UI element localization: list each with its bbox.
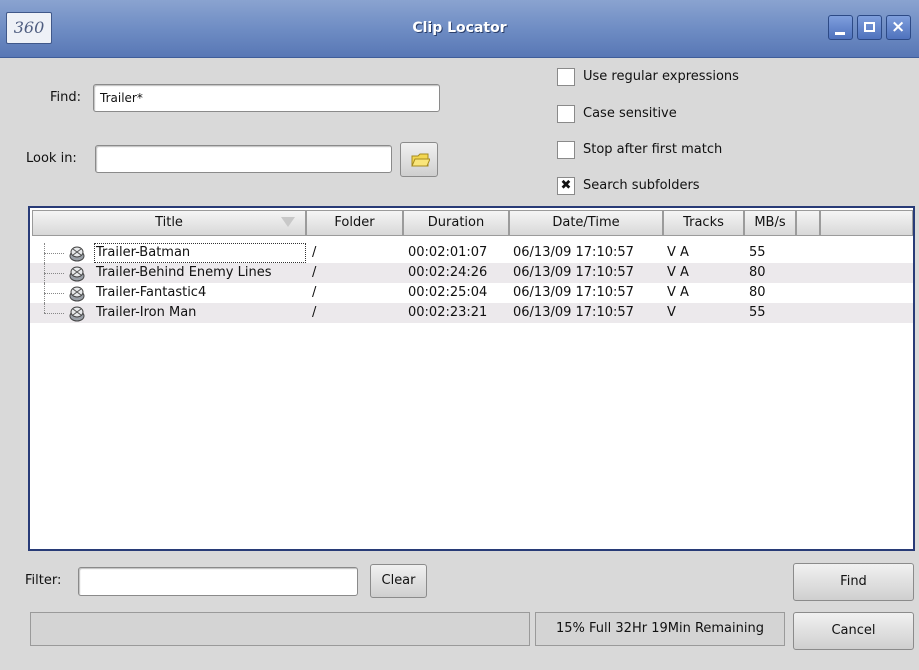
clip-icon bbox=[69, 286, 85, 302]
row-title: Trailer-Behind Enemy Lines bbox=[96, 265, 272, 280]
row-title: Trailer-Iron Man bbox=[96, 305, 197, 320]
sort-descending-icon bbox=[281, 217, 295, 227]
maximize-icon bbox=[864, 22, 875, 32]
row-datetime: 06/13/09 17:10:57 bbox=[513, 285, 634, 300]
row-duration: 00:02:25:04 bbox=[408, 285, 488, 300]
close-icon: × bbox=[891, 17, 906, 37]
cancel-button[interactable]: Cancel bbox=[793, 612, 914, 650]
row-title: Trailer-Fantastic4 bbox=[96, 285, 207, 300]
column-header-title[interactable]: Title bbox=[32, 210, 306, 236]
minimize-icon bbox=[835, 32, 845, 35]
table-row[interactable]: Trailer-Behind Enemy Lines / 00:02:24:26… bbox=[30, 263, 913, 283]
column-header-duration[interactable]: Duration bbox=[403, 210, 509, 236]
row-folder: / bbox=[312, 265, 317, 280]
checkmark-icon: ✖ bbox=[560, 178, 572, 193]
maximize-button[interactable] bbox=[857, 15, 882, 40]
row-duration: 00:02:24:26 bbox=[408, 265, 488, 280]
row-folder: / bbox=[312, 245, 317, 260]
title-bar: 360 Clip Locator × bbox=[0, 0, 919, 58]
column-header-extra[interactable] bbox=[796, 210, 820, 236]
row-mbs: 55 bbox=[749, 305, 766, 320]
tree-connector bbox=[44, 303, 45, 313]
minimize-button[interactable] bbox=[828, 15, 853, 40]
tree-connector bbox=[44, 313, 64, 314]
table-row[interactable]: Trailer-Fantastic4 / 00:02:25:04 06/13/0… bbox=[30, 283, 913, 303]
row-mbs: 80 bbox=[749, 265, 766, 280]
clip-icon bbox=[69, 266, 85, 282]
window-title: Clip Locator bbox=[412, 20, 507, 36]
table-row[interactable]: Trailer-Batman / 00:02:01:07 06/13/09 17… bbox=[30, 243, 913, 263]
case-sensitive-label: Case sensitive bbox=[583, 106, 677, 121]
row-duration: 00:02:01:07 bbox=[408, 245, 488, 260]
column-header-datetime[interactable]: Date/Time bbox=[509, 210, 663, 236]
column-header-folder[interactable]: Folder bbox=[306, 210, 403, 236]
table-header: Title Folder Duration Date/Time Tracks M… bbox=[30, 208, 913, 237]
row-tracks: V A bbox=[667, 265, 689, 280]
column-header-tracks[interactable]: Tracks bbox=[663, 210, 744, 236]
stop-first-match-label: Stop after first match bbox=[583, 142, 723, 157]
storage-status: 15% Full 32Hr 19Min Remaining bbox=[535, 612, 785, 646]
row-mbs: 55 bbox=[749, 245, 766, 260]
row-title: Trailer-Batman bbox=[94, 243, 306, 263]
use-regex-checkbox[interactable] bbox=[557, 68, 575, 86]
search-subfolders-label: Search subfolders bbox=[583, 178, 700, 193]
row-folder: / bbox=[312, 305, 317, 320]
tree-connector bbox=[44, 273, 64, 274]
row-tracks: V A bbox=[667, 285, 689, 300]
row-mbs: 80 bbox=[749, 285, 766, 300]
case-sensitive-checkbox[interactable] bbox=[557, 105, 575, 123]
close-button[interactable]: × bbox=[886, 15, 911, 40]
clip-icon bbox=[69, 306, 85, 322]
row-tracks: V bbox=[667, 305, 676, 320]
row-datetime: 06/13/09 17:10:57 bbox=[513, 265, 634, 280]
look-in-input[interactable] bbox=[95, 145, 392, 173]
tree-connector bbox=[44, 293, 64, 294]
row-datetime: 06/13/09 17:10:57 bbox=[513, 245, 634, 260]
row-datetime: 06/13/09 17:10:57 bbox=[513, 305, 634, 320]
find-button[interactable]: Find bbox=[793, 563, 914, 601]
row-tracks: V A bbox=[667, 245, 689, 260]
stop-first-match-checkbox[interactable] bbox=[557, 141, 575, 159]
row-duration: 00:02:23:21 bbox=[408, 305, 488, 320]
tree-connector bbox=[44, 253, 64, 254]
row-folder: / bbox=[312, 285, 317, 300]
search-subfolders-checkbox[interactable]: ✖ bbox=[557, 177, 575, 195]
status-progress-area bbox=[30, 612, 530, 646]
results-table[interactable]: Title Folder Duration Date/Time Tracks M… bbox=[28, 206, 915, 551]
column-header-mbs[interactable]: MB/s bbox=[744, 210, 796, 236]
look-in-label: Look in: bbox=[26, 151, 77, 166]
folder-icon bbox=[411, 153, 430, 167]
column-header-label: Title bbox=[155, 215, 183, 230]
clear-button[interactable]: Clear bbox=[370, 564, 427, 598]
filter-label: Filter: bbox=[25, 573, 62, 588]
filter-input[interactable] bbox=[78, 567, 358, 596]
browse-folder-button[interactable] bbox=[400, 142, 438, 177]
use-regex-label: Use regular expressions bbox=[583, 69, 739, 84]
table-row[interactable]: Trailer-Iron Man / 00:02:23:21 06/13/09 … bbox=[30, 303, 913, 323]
clip-icon bbox=[69, 246, 85, 262]
find-input[interactable]: Trailer* bbox=[93, 84, 440, 112]
column-header-filler bbox=[820, 210, 913, 236]
find-label: Find: bbox=[50, 90, 82, 105]
